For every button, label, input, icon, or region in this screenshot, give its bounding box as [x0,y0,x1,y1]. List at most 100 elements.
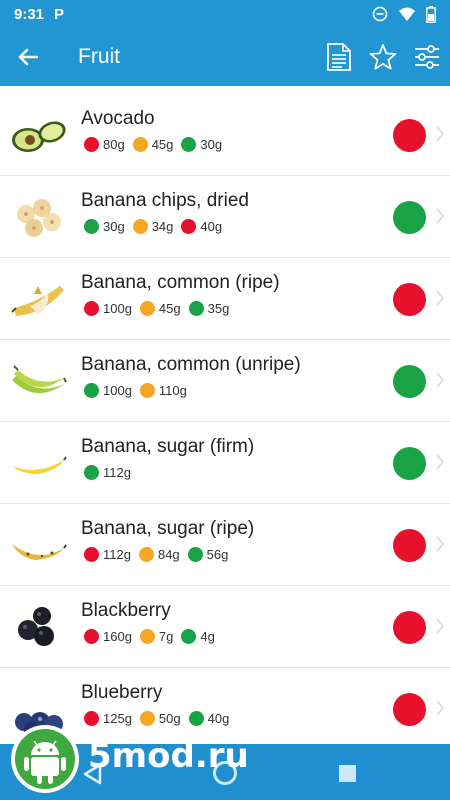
food-name: Banana, sugar (ripe) [81,518,255,539]
food-thumbnail [8,518,68,572]
food-thumbnail [8,600,68,654]
status-indicator [393,693,426,726]
nutrient-value: 160g [103,629,132,644]
color-dot [139,301,155,316]
food-name: Blueberry [81,682,163,703]
nutrient-value: 84g [157,547,180,562]
nutrient-chip: 110g [139,383,187,398]
nutrient-value: 35g [207,301,230,316]
color-dot [138,547,154,562]
battery-icon [426,5,436,23]
food-thumbnail [8,354,68,408]
chevron-right-icon [436,454,445,470]
status-indicator [393,119,426,152]
food-thumbnail [8,190,68,244]
nutrient-chip: 45g [139,301,181,316]
filter-button[interactable] [406,28,448,86]
back-button[interactable] [0,28,56,86]
app-bar: Fruit [0,28,450,86]
list-item-2[interactable]: Banana, common (ripe) 100g 45g 35g [0,258,450,340]
nutrient-value: 40g [207,711,230,726]
nutrient-value: 4g [200,629,215,644]
nutrient-values: 112g [84,465,139,480]
nutrient-value: 112g [103,465,131,480]
nutrient-values: 100g 45g 35g [84,301,237,316]
star-outline-icon [369,44,397,70]
nutrient-chip: 40g [181,219,222,234]
favorite-button[interactable] [362,28,404,86]
status-indicator [393,447,426,480]
list-item-1[interactable]: Banana chips, dried 30g 34g 40g [0,176,450,258]
page-title: Fruit [78,45,120,68]
nutrient-value: 45g [151,137,174,152]
watermark-text: 5mod.ru [88,736,249,776]
status-icons [372,5,436,23]
nutrient-chip: 125g [84,711,132,726]
nutrient-value: 30g [200,137,223,152]
color-dot [84,629,99,644]
nutrient-chip: 7g [139,629,174,644]
food-name: Avocado [81,108,155,129]
nutrient-value: 50g [158,711,181,726]
list-item-6[interactable]: Blackberry 160g 7g 4g [0,586,450,668]
color-dot [188,711,204,726]
color-dot [181,219,197,234]
color-dot [84,219,99,234]
color-dot [84,547,99,562]
color-dot [187,547,203,562]
nutrient-chip: 112g [84,465,131,480]
food-name: Banana chips, dried [81,190,249,211]
color-dot [181,137,197,152]
nutrient-chip: 34g [132,219,174,234]
food-name: Banana, common (unripe) [81,354,301,375]
food-name: Banana, sugar (firm) [81,436,255,457]
chevron-right-icon [436,618,445,634]
list-item-4[interactable]: Banana, sugar (firm) 112g [0,422,450,504]
nutrient-chip: 100g [84,383,132,398]
color-dot [84,711,99,726]
document-button[interactable] [318,28,360,86]
nutrient-value: 45g [158,301,181,316]
nutrient-chip: 30g [181,137,222,152]
status-indicator [393,201,426,234]
nav-recents-icon[interactable] [339,765,356,782]
nutrient-values: 112g 84g 56g [84,547,236,562]
nutrient-chip: 50g [139,711,181,726]
color-dot [188,301,204,316]
color-dot [84,383,99,398]
nutrient-chip: 80g [84,137,125,152]
list-item-5[interactable]: Banana, sugar (ripe) 112g 84g 56g [0,504,450,586]
dnd-icon [372,6,388,22]
list-item-3[interactable]: Banana, common (unripe) 100g 110g [0,340,450,422]
food-name: Banana, common (ripe) [81,272,280,293]
nutrient-value: 7g [158,629,174,644]
nutrient-values: 100g 110g [84,383,195,398]
chevron-right-icon [436,290,445,306]
status-indicator [393,283,426,316]
nutrient-chip: 30g [84,219,125,234]
nutrient-value: 34g [151,219,174,234]
color-dot [84,465,99,480]
sliders-icon [415,45,439,69]
app-bar-actions [318,28,450,86]
color-dot [84,137,99,152]
nutrient-values: 160g 7g 4g [84,629,223,644]
list-item-0[interactable]: Avocado 80g 45g 30g [0,94,450,176]
nutrient-chip: 4g [181,629,215,644]
nutrient-value: 112g [103,547,131,562]
color-dot [132,137,148,152]
nutrient-value: 80g [103,137,125,152]
status-indicator [393,529,426,562]
chevron-right-icon [436,126,445,142]
status-indicator [393,365,426,398]
nutrient-chip: 160g [84,629,132,644]
nutrient-value: 40g [200,219,223,234]
android-logo-icon [11,725,79,793]
nutrient-value: 56g [206,547,229,562]
chevron-right-icon [436,208,445,224]
nutrient-value: 110g [158,383,187,398]
nutrient-chip: 35g [188,301,230,316]
chevron-right-icon [436,700,445,716]
nutrient-chip: 56g [187,547,229,562]
nutrient-chip: 45g [132,137,174,152]
